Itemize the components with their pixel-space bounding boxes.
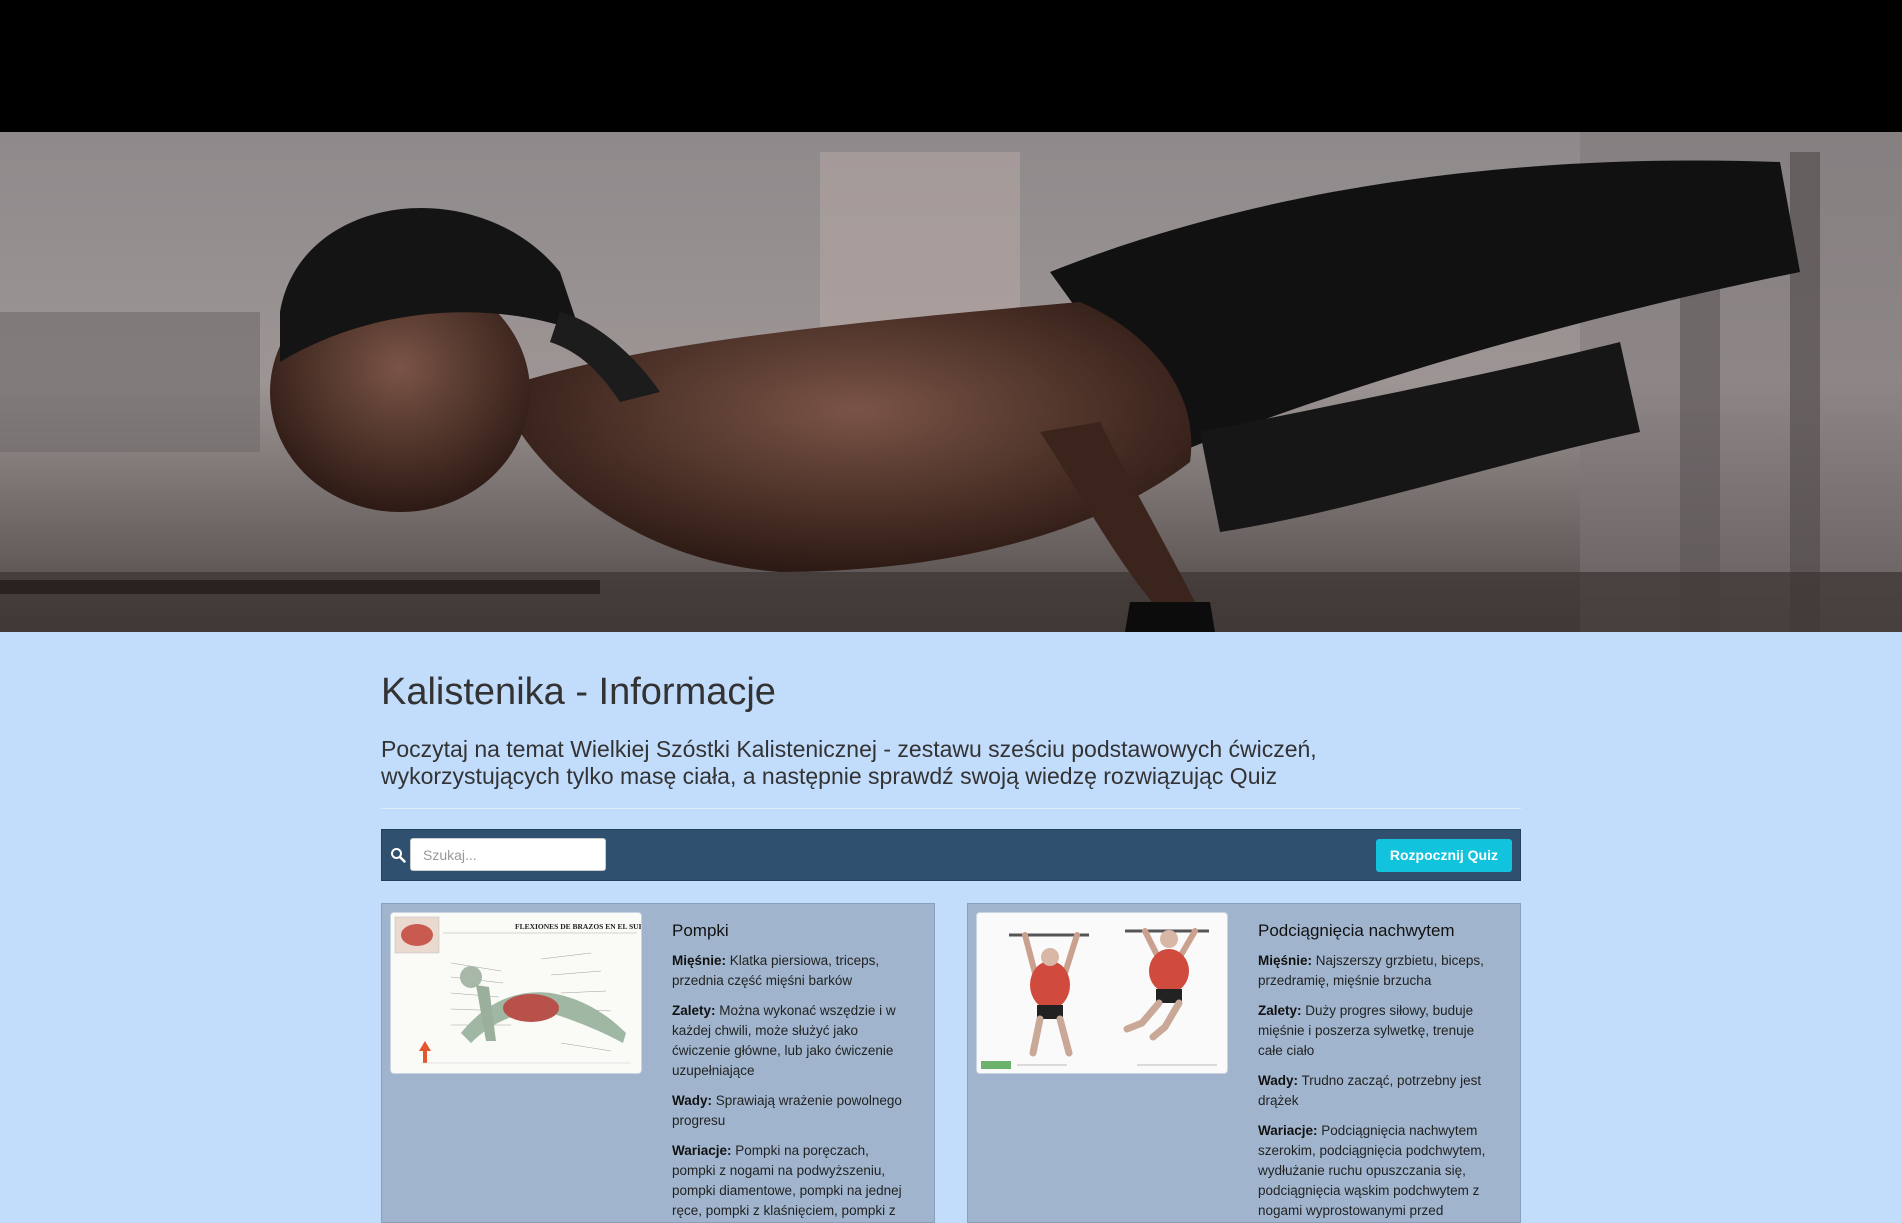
pullup-illustration-image xyxy=(976,911,1228,1074)
card-muscles: Mięśnie: Klatka piersiowa, triceps, prze… xyxy=(672,951,912,991)
card-body: Pompki Mięśnie: Klatka piersiowa, tricep… xyxy=(672,912,912,1218)
search-icon xyxy=(391,847,406,863)
divider xyxy=(381,807,1521,809)
muscles-label: Mięśnie: xyxy=(672,952,727,968)
search-toolbar: Rozpocznij Quiz xyxy=(381,828,1521,881)
card-title: Podciągnięcia nachwytem xyxy=(1258,920,1455,940)
card-body: Podciągnięcia nachwytem Mięśnie: Najszer… xyxy=(1258,912,1498,1218)
card-cons: Wady: Trudno zacząć, potrzebny jest drąż… xyxy=(1258,1071,1498,1111)
variations-label: Wariacje: xyxy=(1258,1122,1318,1138)
cons-label: Wady: xyxy=(1258,1072,1298,1088)
start-quiz-button[interactable]: Rozpocznij Quiz xyxy=(1375,838,1512,872)
card-pros: Zalety: Duży progres siłowy, buduje mięś… xyxy=(1258,1001,1498,1061)
pros-label: Zalety: xyxy=(672,1002,716,1018)
hero-banner xyxy=(0,132,1902,632)
pros-label: Zalety: xyxy=(1258,1002,1302,1018)
main-content: Kalistenika - Informacje Poczytaj na tem… xyxy=(381,632,1521,1223)
card-muscles: Mięśnie: Najszerszy grzbietu, biceps, pr… xyxy=(1258,951,1498,991)
page-subtitle: Poczytaj na temat Wielkiej Szóstki Kalis… xyxy=(381,735,1317,789)
hero-image xyxy=(0,132,1902,632)
card-variations: Wariacje: Pompki na poręczach, pompki z … xyxy=(672,1141,912,1221)
top-navbar xyxy=(0,0,1902,132)
card-variations: Wariacje: Podciągnięcia nachwytem szerok… xyxy=(1258,1121,1498,1222)
variations-label: Wariacje: xyxy=(672,1142,732,1158)
card-title: Pompki xyxy=(672,920,729,940)
search-input[interactable] xyxy=(410,838,606,872)
exercise-card-podciagniecia[interactable]: Podciągnięcia nachwytem Mięśnie: Najszer… xyxy=(967,902,1521,1223)
page-title: Kalistenika - Informacje xyxy=(381,671,776,713)
card-cons: Wady: Sprawiają wrażenie powolnego progr… xyxy=(672,1091,912,1131)
pushup-anatomy-image: FLEXIONES DE BRAZOS EN EL SUELO xyxy=(390,911,642,1074)
exercise-card-pompki[interactable]: FLEXIONES DE BRAZOS EN EL SUELO Pompki M… xyxy=(381,902,935,1223)
card-pros: Zalety: Można wykonać wszędzie i w każde… xyxy=(672,1001,912,1081)
exercise-cards: FLEXIONES DE BRAZOS EN EL SUELO Pompki M… xyxy=(381,902,1521,1223)
muscles-label: Mięśnie: xyxy=(1258,952,1313,968)
cons-label: Wady: xyxy=(672,1092,712,1108)
image-heading: FLEXIONES DE BRAZOS EN EL SUELO xyxy=(515,922,641,931)
